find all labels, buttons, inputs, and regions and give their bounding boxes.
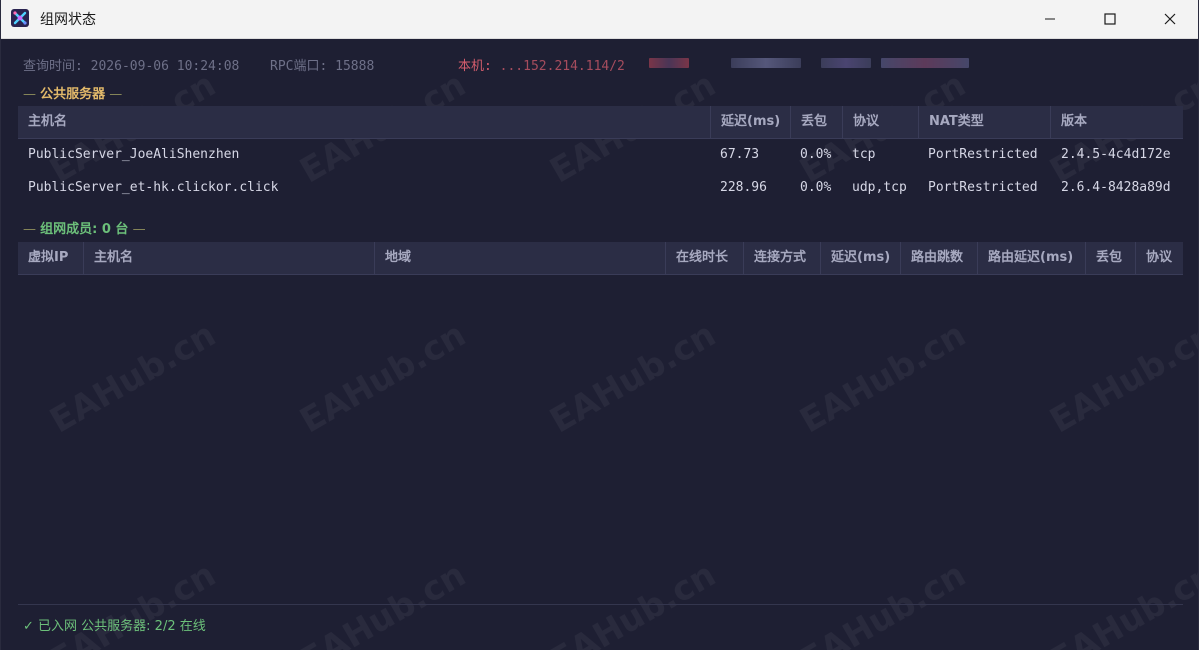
- local-address: 本机: ...152.214.114/2: [458, 55, 625, 74]
- status-text: ✓ 已入网 公共服务器: 2/2 在线: [23, 619, 206, 634]
- cell-protocol: tcp: [852, 147, 876, 162]
- cell-latency: 67.73: [720, 147, 760, 162]
- public-servers-header: 主机名 延迟(ms) 丢包 协议 NAT类型 版本: [18, 106, 1183, 139]
- column-header[interactable]: 地域: [374, 242, 665, 274]
- members-title: — 组网成员: 0 台 —: [23, 222, 146, 237]
- minimize-button[interactable]: [1020, 0, 1080, 38]
- column-header[interactable]: 协议: [842, 106, 918, 138]
- column-header[interactable]: 主机名: [18, 106, 710, 138]
- column-header[interactable]: 路由延迟(ms): [977, 242, 1085, 274]
- cell-hostname: PublicServer_et-hk.clickor.click: [28, 180, 279, 195]
- rpc-port: RPC端口: 15888: [270, 59, 375, 74]
- column-header[interactable]: 丢包: [1085, 242, 1135, 274]
- redacted-address: [881, 58, 969, 68]
- cell-latency: 228.96: [720, 180, 767, 195]
- status-bar: ✓ 已入网 公共服务器: 2/2 在线: [18, 604, 1183, 650]
- cell-version: 2.6.4-8428a89d: [1061, 180, 1171, 195]
- column-header[interactable]: 延迟(ms): [710, 106, 790, 138]
- public-servers-title: — 公共服务器 —: [23, 87, 123, 102]
- column-header[interactable]: 虚拟IP: [18, 242, 83, 274]
- column-header[interactable]: 延迟(ms): [820, 242, 900, 274]
- cell-nat-type: PortRestricted: [928, 147, 1038, 162]
- column-header[interactable]: 路由跳数: [900, 242, 977, 274]
- table-row[interactable]: PublicServer_JoeAliShenzhen 67.73 0.0% t…: [18, 139, 1183, 171]
- members-title-text: 组网成员: 0 台: [40, 222, 129, 237]
- redacted-address: [649, 58, 689, 68]
- window-title: 组网状态: [40, 12, 96, 28]
- members-header: 虚拟IP 主机名 地域 在线时长 连接方式 延迟(ms) 路由跳数 路由延迟(m…: [18, 242, 1183, 275]
- app-window: 组网状态 EAHub.cn EAHub.cn EAHub.cn EAHub.cn…: [0, 0, 1199, 650]
- content-area: EAHub.cn EAHub.cn EAHub.cn EAHub.cn EAHu…: [1, 38, 1198, 650]
- maximize-button[interactable]: [1080, 0, 1140, 38]
- column-header[interactable]: 版本: [1050, 106, 1183, 138]
- column-header[interactable]: 在线时长: [665, 242, 743, 274]
- column-header[interactable]: 协议: [1135, 242, 1183, 274]
- title-bar[interactable]: 组网状态: [1, 0, 1198, 39]
- column-header[interactable]: 主机名: [83, 242, 374, 274]
- table-row[interactable]: PublicServer_et-hk.clickor.click 228.96 …: [18, 172, 1183, 204]
- maximize-icon: [1104, 13, 1116, 25]
- column-header[interactable]: NAT类型: [918, 106, 1050, 138]
- column-header[interactable]: 丢包: [790, 106, 842, 138]
- cell-nat-type: PortRestricted: [928, 180, 1038, 195]
- local-label: 本机:: [458, 59, 492, 74]
- cell-loss: 0.0%: [800, 180, 832, 195]
- redacted-address: [821, 58, 871, 68]
- local-value: ...152.214.114/2: [499, 59, 625, 74]
- close-button[interactable]: [1140, 0, 1198, 38]
- minimize-icon: [1045, 18, 1055, 20]
- cell-hostname: PublicServer_JoeAliShenzhen: [28, 147, 240, 162]
- app-logo-icon: [11, 9, 29, 27]
- members-table-body: [18, 275, 1183, 595]
- cell-protocol: udp,tcp: [852, 180, 907, 195]
- query-time: 查询时间: 2026-09-06 10:24:08: [23, 59, 240, 74]
- cell-version: 2.4.5-4c4d172e: [1061, 147, 1171, 162]
- column-header[interactable]: 连接方式: [743, 242, 820, 274]
- redacted-address: [731, 58, 801, 68]
- cell-loss: 0.0%: [800, 147, 832, 162]
- public-servers-title-text: 公共服务器: [40, 87, 106, 102]
- close-icon: [1164, 13, 1176, 25]
